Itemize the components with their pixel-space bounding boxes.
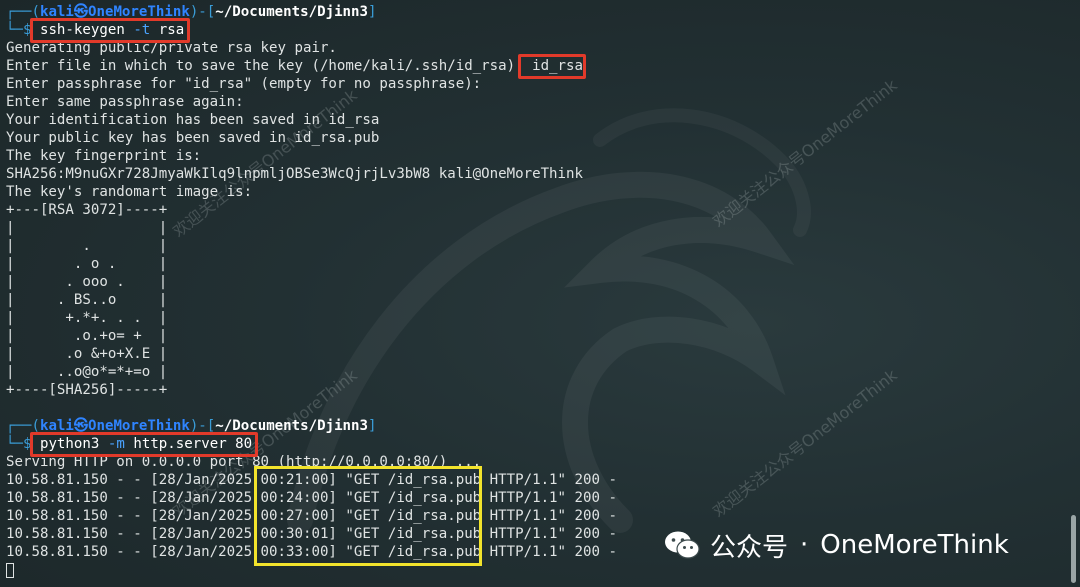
randomart-line: | .o.+o= + | [6, 328, 168, 344]
fingerprint-line: SHA256:M9nuGXr728JmyaWkIlq9lnpmljOBSe3Wc… [6, 166, 583, 182]
randomart-line: | . BS..o | [6, 292, 168, 308]
output-line: Your public key has been saved in id_rsa… [6, 130, 380, 146]
terminal-cursor [6, 563, 14, 578]
highlight-http-server-command [30, 432, 258, 457]
randomart-line: | +.*+. . . | [6, 310, 168, 326]
wechat-brand-name: OneMoreThink [820, 530, 1009, 560]
randomart-line: | . o . | [6, 256, 168, 272]
randomart-line: +---[RSA 3072]----+ [6, 202, 168, 218]
randomart-line: | ..o@o*=*+=o | [6, 364, 168, 380]
wechat-icon [665, 531, 700, 559]
randomart-line: | .o &+o+X.E | [6, 346, 168, 362]
highlight-ssh-keygen-command [30, 18, 190, 43]
output-line: The key's randomart image is: [6, 184, 253, 200]
randomart-line: +----[SHA256]-----+ [6, 382, 168, 398]
randomart-line: | . ooo . | [6, 274, 168, 290]
prompt-path: ~/Documents/Djinn3 [215, 4, 369, 20]
watermark-text: 欢迎关注公众号OneMoreThink [709, 365, 901, 521]
output-line: Enter same passphrase again: [6, 94, 244, 110]
wechat-brand: 公众号 · OneMoreThink [664, 528, 1009, 563]
watermark-text: 欢迎关注公众号OneMoreThink [709, 75, 901, 231]
scrollbar[interactable] [1071, 515, 1076, 583]
wechat-brand-label: 公众号 [710, 532, 789, 563]
output-line: Enter passphrase for "id_rsa" (empty for… [6, 76, 482, 92]
highlight-keyfile-name [518, 54, 586, 79]
output-line: Your identification has been saved in id… [6, 112, 380, 128]
output-line: The key fingerprint is: [6, 148, 202, 164]
output-line: Enter file in which to save the key (/ho… [6, 58, 583, 74]
randomart-line: | | [6, 220, 168, 236]
wechat-brand-dot: · [800, 530, 809, 560]
randomart-line: | . | [6, 238, 168, 254]
terminal-window[interactable]: 欢迎关注公众号OneMoreThink 欢迎关注公众号OneMoreThink … [0, 0, 1080, 587]
highlight-request-times [254, 466, 482, 566]
